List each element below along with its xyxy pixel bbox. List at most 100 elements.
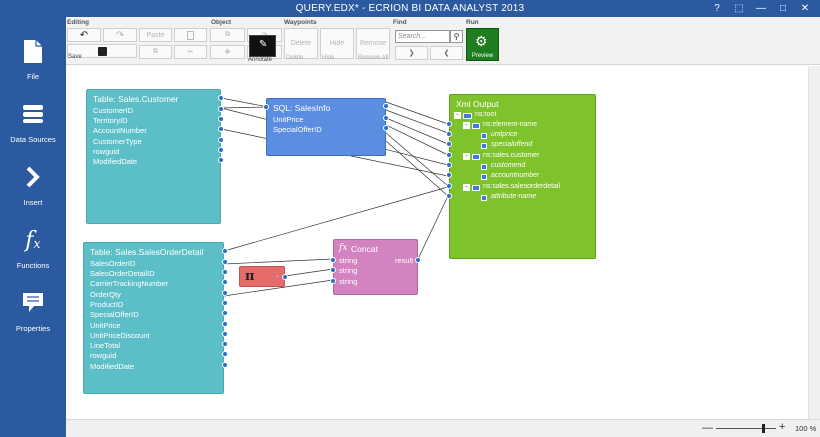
output-port[interactable] — [218, 137, 224, 143]
output-port[interactable] — [415, 257, 421, 263]
tree-node-attribute[interactable]: accountnumber — [491, 172, 539, 179]
tree-node-attribute[interactable]: specialofferid — [491, 141, 532, 148]
output-port[interactable] — [222, 310, 228, 316]
input-port[interactable] — [446, 141, 452, 147]
input-port[interactable] — [446, 162, 452, 168]
output-port[interactable] — [222, 269, 228, 275]
sidebar-item-properties[interactable]: Properties — [0, 281, 66, 337]
input-port[interactable] — [330, 257, 336, 263]
output-port[interactable] — [218, 157, 224, 163]
output-port[interactable] — [218, 147, 224, 153]
field-row[interactable]: SpecialOfferID — [273, 125, 322, 134]
output-port[interactable] — [222, 290, 228, 296]
tree-node-element[interactable]: ns:element-name — [483, 121, 537, 128]
table-node-sales-customer[interactable]: Table: Sales.Customer CustomerID Territo… — [86, 89, 224, 224]
table-node-sales-order-detail[interactable]: Table: Sales.SalesOrderDetail SalesOrder… — [83, 242, 228, 394]
collapse-toggle[interactable]: - — [463, 184, 470, 191]
xml-output-node[interactable]: Xml Output - ns:root - ns:element-name u… — [446, 94, 596, 259]
clipboard-button[interactable] — [174, 28, 207, 42]
field-row[interactable]: AccountNumber — [93, 126, 147, 135]
input-port[interactable] — [330, 278, 336, 284]
output-port[interactable] — [383, 115, 389, 121]
field-row[interactable]: SalesOrderDetailID — [90, 269, 155, 278]
output-port[interactable] — [222, 248, 228, 254]
field-row[interactable]: CarrierTrackingNumber — [90, 279, 168, 288]
field-row[interactable]: SalesOrderID — [90, 259, 135, 268]
preview-button[interactable]: ⚙ Preview — [466, 28, 499, 61]
input-port[interactable] — [446, 152, 452, 158]
field-row[interactable]: ModifiedDate — [90, 362, 134, 371]
restore-layout-button[interactable]: ⬚ — [728, 1, 750, 16]
field-row[interactable]: LineTotal — [90, 341, 120, 350]
output-port[interactable] — [222, 300, 228, 306]
zoom-slider-thumb[interactable] — [761, 424, 765, 433]
output-port[interactable] — [222, 351, 228, 357]
maximize-button[interactable]: □ — [772, 1, 794, 16]
sidebar-item-functions[interactable]: fx Functions — [0, 218, 66, 274]
input-port[interactable] — [446, 193, 452, 199]
redo-button[interactable]: ↷ — [103, 28, 137, 42]
field-row[interactable]: rowguid — [93, 147, 119, 156]
field-row[interactable]: UnitPrice — [273, 115, 303, 124]
tree-node-attribute[interactable]: unitprice — [491, 131, 517, 138]
zoom-in-button[interactable]: + — [779, 421, 785, 433]
field-row[interactable]: rowguid — [90, 351, 116, 360]
find-previous-button[interactable]: ❮ — [430, 46, 463, 60]
field-row[interactable]: ProductID — [90, 300, 123, 309]
help-button[interactable]: ? — [706, 1, 728, 16]
field-row[interactable]: UnitPriceDiscount — [90, 331, 150, 340]
sql-node-sales-info[interactable]: SQL: SalesInfo UnitPrice SpecialOfferID — [263, 98, 389, 156]
close-button[interactable]: ✕ — [794, 1, 816, 16]
sidebar-item-file[interactable]: File — [0, 29, 66, 85]
field-row[interactable]: SpecialOfferID — [90, 310, 139, 319]
output-port[interactable] — [282, 274, 288, 280]
output-port[interactable] — [222, 341, 228, 347]
sidebar-item-data-sources[interactable]: Data Sources — [0, 92, 66, 148]
copy-object-button[interactable]: ⧉ — [210, 28, 245, 42]
output-port[interactable] — [222, 331, 228, 337]
field-row[interactable]: CustomerType — [93, 137, 142, 146]
output-port[interactable] — [222, 321, 228, 327]
annotate-button[interactable]: ✎ — [249, 35, 276, 57]
search-button[interactable]: ⚲ — [450, 30, 463, 43]
search-input[interactable]: Search... — [395, 30, 450, 43]
output-port[interactable] — [218, 95, 224, 101]
output-port[interactable] — [383, 103, 389, 109]
field-row[interactable]: CustomerID — [93, 106, 133, 115]
input-port[interactable] — [263, 104, 269, 110]
field-row[interactable]: TerritoryID — [93, 116, 128, 125]
field-row[interactable]: ModifiedDate — [93, 157, 137, 166]
output-port[interactable] — [218, 126, 224, 132]
tree-node-attribute[interactable]: customerid — [491, 162, 525, 169]
collapse-toggle[interactable]: - — [463, 122, 470, 129]
input-port[interactable] — [446, 172, 452, 178]
tree-node-attribute[interactable]: attribute-name — [491, 193, 536, 200]
vertical-scrollbar[interactable] — [808, 66, 820, 419]
collapse-toggle[interactable]: - — [454, 112, 461, 119]
tree-node-element[interactable]: ns:sales.salesorderdetail — [483, 183, 560, 190]
copy-button[interactable]: ⧉ — [139, 45, 172, 59]
field-row[interactable]: OrderQty — [90, 290, 121, 299]
undo-button[interactable]: ↶ — [67, 28, 101, 42]
output-port[interactable] — [222, 259, 228, 265]
output-port[interactable] — [222, 362, 228, 368]
tree-node-root[interactable]: ns:root — [475, 111, 496, 118]
output-port[interactable] — [222, 279, 228, 285]
find-next-button[interactable]: ❯ — [395, 46, 428, 60]
input-port[interactable] — [446, 183, 452, 189]
minimize-button[interactable]: — — [750, 1, 772, 16]
input-port[interactable] — [446, 131, 452, 137]
paste-button[interactable]: Paste — [139, 28, 172, 42]
move-button[interactable]: ✥ — [210, 45, 245, 59]
tree-node-element[interactable]: ns:sales.customer — [483, 152, 539, 159]
input-port[interactable] — [446, 121, 452, 127]
input-port[interactable] — [330, 267, 336, 273]
output-port[interactable] — [383, 125, 389, 131]
pi-constant-node[interactable]: π · — [239, 266, 288, 287]
output-port[interactable] — [218, 106, 224, 112]
collapse-toggle[interactable]: - — [463, 153, 470, 160]
zoom-out-button[interactable]: — — [702, 422, 713, 434]
function-node-concat[interactable]: fx Concat string string string result — [330, 239, 421, 295]
cut-button[interactable]: ✂ — [174, 45, 207, 59]
zoom-slider[interactable] — [716, 424, 776, 433]
